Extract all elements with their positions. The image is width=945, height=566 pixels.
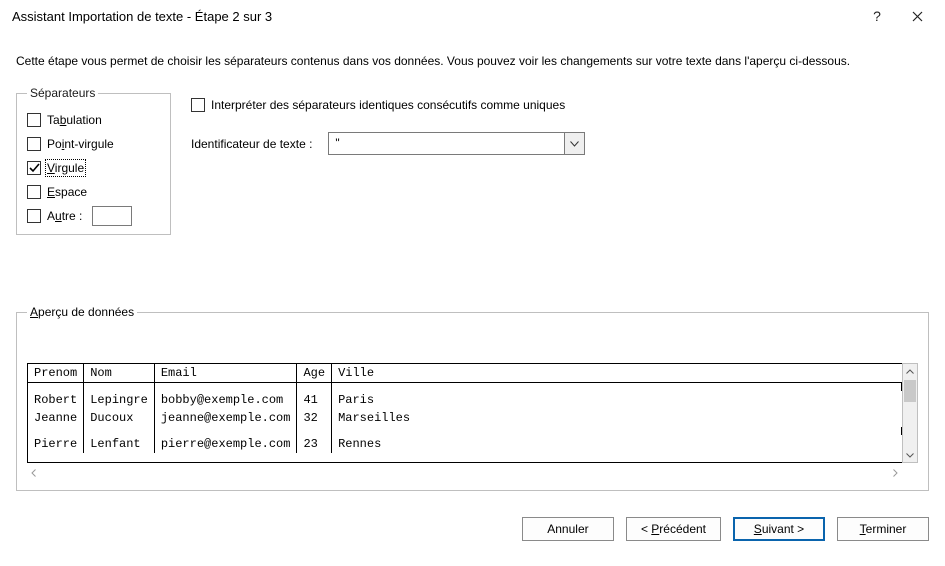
checkbox-icon: [27, 209, 41, 223]
vertical-scrollbar[interactable]: [902, 363, 918, 463]
checkbox-icon: [27, 137, 41, 151]
text-qualifier-row: Identificateur de texte : ": [191, 132, 585, 155]
close-button[interactable]: [897, 2, 937, 30]
intro-text: Cette étape vous permet de choisir les s…: [16, 54, 929, 68]
col-header: Ville: [332, 364, 902, 383]
titlebar: Assistant Importation de texte - Étape 2…: [0, 0, 945, 32]
checkbox-consecutive[interactable]: Interpréter des séparateurs identiques c…: [191, 98, 585, 112]
checkbox-icon: [27, 113, 41, 127]
checkbox-icon: [191, 98, 205, 112]
preview-table: Prenom Nom Email Age Ville Robert Leping…: [28, 364, 902, 453]
separators-group: Séparateurs Tabulation Point-virgule Vir…: [16, 86, 171, 235]
chevron-down-icon: [570, 141, 579, 147]
chevron-right-icon: [893, 469, 898, 477]
scroll-down-button[interactable]: [903, 448, 917, 462]
checkbox-icon: [27, 161, 41, 175]
preview-grid[interactable]: Prenom Nom Email Age Ville Robert Leping…: [27, 363, 902, 463]
finish-button[interactable]: Terminer: [837, 517, 929, 541]
scroll-left-button[interactable]: [31, 466, 36, 480]
text-qualifier-value: ": [329, 133, 564, 154]
horizontal-scrollbar[interactable]: [27, 465, 902, 480]
col-header: Email: [154, 364, 297, 383]
scroll-thumb[interactable]: [904, 380, 916, 402]
window-title: Assistant Importation de texte - Étape 2…: [12, 9, 857, 24]
table-row: Jeanne Ducoux jeanne@exemple.com 32 Mars…: [28, 409, 902, 427]
checkbox-space[interactable]: Espace: [27, 180, 160, 204]
table-row: Robert Lepingre bobby@exemple.com 41 Par…: [28, 391, 902, 409]
top-row: Séparateurs Tabulation Point-virgule Vir…: [16, 86, 929, 235]
table-header-row: Prenom Nom Email Age Ville: [28, 364, 902, 383]
scroll-up-button[interactable]: [903, 364, 917, 378]
dialog-content: Cette étape vous permet de choisir les s…: [0, 32, 945, 503]
preview-group: Aperçu de données Prenom Nom Email Age V…: [16, 305, 929, 491]
preview-area: Prenom Nom Email Age Ville Robert Leping…: [27, 363, 918, 480]
options-panel: Interpréter des séparateurs identiques c…: [191, 86, 585, 155]
chevron-left-icon: [31, 469, 36, 477]
checkbox-other[interactable]: Autre :: [27, 204, 160, 228]
combo-dropdown-button[interactable]: [564, 133, 584, 154]
checkbox-tabulation[interactable]: Tabulation: [27, 108, 160, 132]
close-icon: [912, 11, 923, 22]
checkbox-semicolon[interactable]: Point-virgule: [27, 132, 160, 156]
text-qualifier-combo[interactable]: ": [328, 132, 585, 155]
other-separator-input[interactable]: [92, 206, 132, 226]
table-row: Pierre Lenfant pierre@exemple.com 23 Ren…: [28, 435, 902, 453]
scroll-right-button[interactable]: [893, 466, 898, 480]
cancel-button[interactable]: Annuler: [522, 517, 614, 541]
footer-buttons: Annuler < Précédent Suivant > Terminer: [0, 503, 945, 551]
col-header: Nom: [84, 364, 155, 383]
back-button[interactable]: < Précédent: [626, 517, 721, 541]
separators-legend: Séparateurs: [27, 86, 98, 100]
next-button[interactable]: Suivant >: [733, 517, 825, 541]
help-button[interactable]: ?: [857, 2, 897, 30]
text-qualifier-label: Identificateur de texte :: [191, 137, 312, 151]
checkbox-icon: [27, 185, 41, 199]
col-header: Prenom: [28, 364, 84, 383]
col-header: Age: [297, 364, 332, 383]
checkbox-comma[interactable]: Virgule: [27, 156, 160, 180]
chevron-down-icon: [906, 453, 914, 458]
chevron-up-icon: [906, 369, 914, 374]
